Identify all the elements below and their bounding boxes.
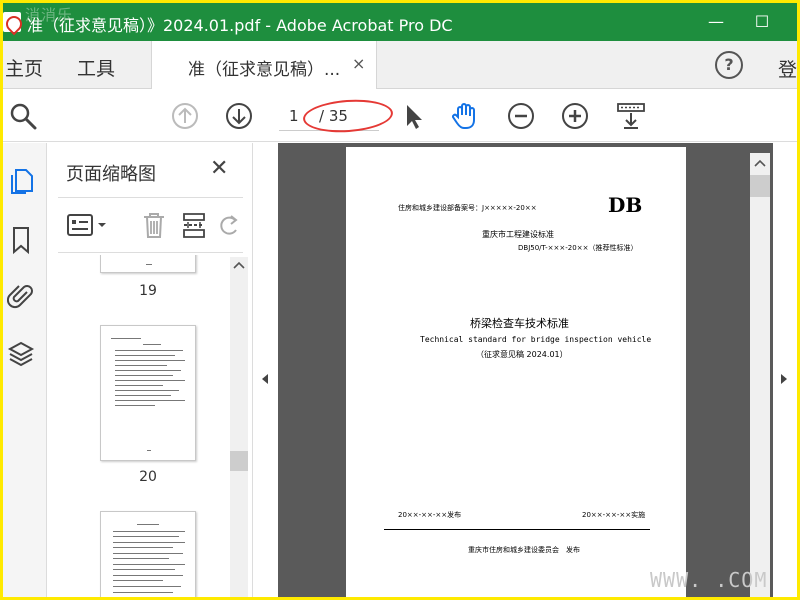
right-arrow-icon[interactable]	[780, 373, 788, 385]
minimize-button[interactable]: —	[693, 3, 739, 41]
layers-icon[interactable]	[7, 339, 35, 369]
standard-mark: DB	[608, 193, 643, 217]
thumbnail-label-19: 19	[139, 283, 157, 299]
title-bar: 消消乐 准（征求意见稿）》2024.01.pdf - Adobe Acrobat…	[3, 3, 797, 41]
attachment-icon[interactable]	[7, 281, 35, 311]
issue-date: 20××-××-××发布	[398, 511, 462, 519]
toolbar: 1 / 35	[3, 90, 797, 142]
thumbnail-scrollbar[interactable]	[230, 257, 248, 597]
zoom-out-icon[interactable]	[505, 100, 537, 132]
help-icon[interactable]: ?	[715, 51, 743, 79]
document-scrollbar[interactable]	[750, 153, 770, 597]
org-name: 重庆市工程建设标准	[482, 230, 554, 239]
app-window: 消消乐 准（征求意见稿）》2024.01.pdf - Adobe Acrobat…	[3, 3, 797, 597]
insert-page-icon[interactable]	[180, 210, 208, 240]
acrobat-icon	[3, 12, 21, 32]
doc-title-cn: 桥梁检查车技术标准	[470, 317, 569, 330]
document-viewport: 住房和城乡建设部备案号：J×××××-20×× DB 重庆市工程建设标准 DBJ…	[254, 143, 797, 597]
separator-line	[384, 529, 650, 530]
left-gutter	[254, 143, 278, 597]
thumbnail-tools	[58, 197, 243, 253]
thumbnail-page-19[interactable]	[100, 255, 196, 273]
left-rail	[3, 143, 47, 597]
right-gutter	[773, 143, 797, 597]
options-menu-icon[interactable]	[66, 212, 110, 238]
previous-page-icon[interactable]	[169, 100, 201, 132]
login-link[interactable]: 登	[778, 55, 797, 82]
tab-document[interactable]: 准（征求意见稿）... ×	[151, 41, 377, 89]
hand-tool-icon[interactable]	[449, 100, 481, 132]
draft-note: （征求意见稿 2024.01）	[476, 350, 568, 359]
publisher: 重庆市住房和城乡建设委员会 发布	[468, 546, 580, 554]
left-arrow-icon[interactable]	[261, 373, 269, 385]
page-thumbnails-icon[interactable]	[7, 167, 35, 197]
implementation-date: 20××-××-××实施	[582, 511, 646, 519]
doc-scroll-up-icon[interactable]	[754, 159, 766, 167]
thumbnail-page-21[interactable]	[100, 511, 196, 597]
fit-width-icon[interactable]	[615, 100, 647, 132]
pdf-page: 住房和城乡建设部备案号：J×××××-20×× DB 重庆市工程建设标准 DBJ…	[346, 147, 686, 597]
tab-document-label: 准（征求意见稿）...	[188, 60, 341, 80]
close-panel-icon[interactable]: ✕	[210, 156, 228, 181]
search-icon[interactable]	[7, 100, 39, 132]
current-page[interactable]: 1	[289, 107, 299, 125]
thumbnail-scroll-thumb[interactable]	[230, 451, 248, 471]
standard-code: DBJ50/T-×××-20××（推荐性标准）	[518, 244, 638, 252]
tab-tools[interactable]: 工具	[77, 54, 115, 81]
thumbnail-page-20[interactable]	[100, 325, 196, 461]
window-title: 准（征求意见稿）》2024.01.pdf - Adobe Acrobat Pro…	[27, 16, 453, 35]
tab-bar: 主页 工具 准（征求意见稿）... × ? 登	[3, 41, 797, 89]
filing-number: 住房和城乡建设部备案号：J×××××-20××	[398, 204, 537, 212]
maximize-button[interactable]: ☐	[739, 3, 785, 41]
thumbnail-list: 19 20	[48, 255, 230, 597]
thumbnail-panel: 页面缩略图 ✕ 19 20	[48, 143, 253, 597]
delete-icon[interactable]	[140, 210, 168, 240]
select-cursor-icon[interactable]	[397, 100, 429, 132]
rotate-icon[interactable]	[218, 210, 240, 240]
scroll-up-icon[interactable]	[233, 261, 245, 269]
next-page-icon[interactable]	[223, 100, 255, 132]
tab-home[interactable]: 主页	[5, 54, 43, 81]
zoom-in-icon[interactable]	[559, 100, 591, 132]
doc-title-en: Technical standard for bridge inspection…	[420, 335, 652, 344]
close-tab-icon[interactable]: ×	[352, 54, 365, 73]
watermark-bottom: WWW. .COM	[650, 568, 768, 592]
thumbnail-panel-title: 页面缩略图	[66, 164, 156, 185]
thumbnail-label-20: 20	[139, 469, 157, 485]
bookmark-icon[interactable]	[7, 225, 35, 255]
document-scroll-thumb[interactable]	[750, 175, 770, 197]
